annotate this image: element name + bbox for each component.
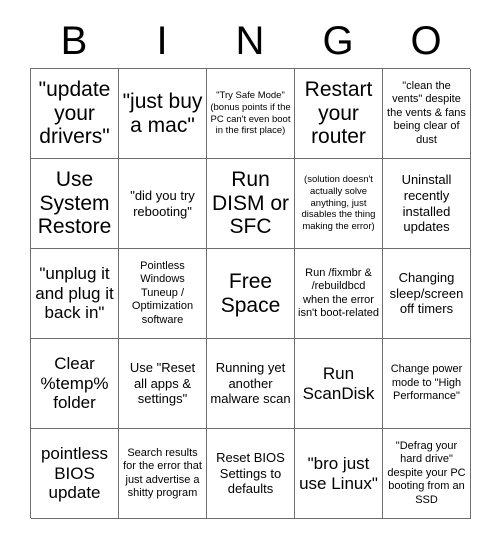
- bingo-cell[interactable]: Use "Reset all apps & settings": [119, 339, 207, 429]
- bingo-cell-text: Clear %temp% folder: [40, 354, 109, 413]
- bingo-letter-o: O: [410, 19, 442, 63]
- bingo-cell-text: (solution doesn't actually solve anythin…: [301, 174, 376, 233]
- bingo-card: B I N G O "update your drivers" "just bu…: [0, 0, 500, 544]
- bingo-cell[interactable]: "bro just use Linux": [295, 429, 383, 519]
- bingo-cell[interactable]: Restart your router: [295, 69, 383, 159]
- bingo-cell[interactable]: Clear %temp% folder: [31, 339, 119, 429]
- bingo-header: B I N G O: [30, 14, 470, 68]
- bingo-cell[interactable]: Search results for the error that just a…: [119, 429, 207, 519]
- bingo-cell[interactable]: "Defrag your hard drive" despite your PC…: [383, 429, 471, 519]
- bingo-cell[interactable]: Run DISM or SFC: [207, 159, 295, 249]
- bingo-cell-text: pointless BIOS update: [40, 444, 109, 503]
- bingo-cell[interactable]: Change power mode to "High Performance": [383, 339, 471, 429]
- bingo-cell-text: "just buy a mac": [122, 89, 203, 137]
- bingo-cell[interactable]: "Try Safe Mode" (bonus points if the PC …: [207, 69, 295, 159]
- bingo-cell-text: "Try Safe Mode" (bonus points if the PC …: [210, 89, 291, 137]
- bingo-cell[interactable]: "update your drivers": [31, 69, 119, 159]
- bingo-cell-free-space[interactable]: Free Space: [207, 249, 295, 339]
- bingo-cell-text: Use "Reset all apps & settings": [129, 360, 196, 407]
- bingo-letter-n: N: [235, 19, 265, 63]
- bingo-cell[interactable]: "just buy a mac": [119, 69, 207, 159]
- bingo-cell-text: Run DISM or SFC: [211, 168, 289, 239]
- bingo-cell-text: Run ScanDisk: [302, 364, 375, 403]
- bingo-letter-i: I: [156, 19, 168, 63]
- bingo-cell-text: Reset BIOS Settings to defaults: [216, 450, 285, 497]
- bingo-cell[interactable]: "clean the vents" despite the vents & fa…: [383, 69, 471, 159]
- bingo-cell[interactable]: Running yet another malware scan: [207, 339, 295, 429]
- bingo-grid: "update your drivers" "just buy a mac" "…: [30, 68, 471, 519]
- bingo-cell-text: Uninstall recently installed updates: [401, 172, 452, 235]
- bingo-cell[interactable]: pointless BIOS update: [31, 429, 119, 519]
- bingo-cell-text: "unplug it and plug it back in": [35, 264, 114, 323]
- bingo-cell-text: Restart your router: [304, 78, 373, 149]
- bingo-cell-text: Change power mode to "High Performance": [390, 363, 463, 403]
- bingo-cell-text: "update your drivers": [38, 78, 111, 149]
- bingo-cell[interactable]: Changing sleep/screen off timers: [383, 249, 471, 339]
- bingo-cell[interactable]: "did you try rebooting": [119, 159, 207, 249]
- bingo-cell-text: "bro just use Linux": [299, 454, 378, 493]
- bingo-cell-text: "did you try rebooting": [130, 187, 195, 219]
- bingo-cell-text: Use System Restore: [37, 168, 112, 239]
- bingo-cell[interactable]: Run ScanDisk: [295, 339, 383, 429]
- bingo-cell[interactable]: Reset BIOS Settings to defaults: [207, 429, 295, 519]
- bingo-cell-text: Free Space: [220, 269, 281, 317]
- bingo-cell-text: "clean the vents" despite the vents & fa…: [387, 79, 466, 146]
- bingo-letter-g: G: [322, 19, 354, 63]
- bingo-cell-text: Pointless Windows Tuneup / Optimization …: [131, 259, 194, 326]
- bingo-cell-text: Running yet another malware scan: [210, 360, 291, 407]
- bingo-cell[interactable]: Uninstall recently installed updates: [383, 159, 471, 249]
- bingo-cell[interactable]: Use System Restore: [31, 159, 119, 249]
- bingo-cell[interactable]: Run /fixmbr & /rebuildbcd when the error…: [295, 249, 383, 339]
- bingo-cell[interactable]: "unplug it and plug it back in": [31, 249, 119, 339]
- bingo-cell-text: "Defrag your hard drive" despite your PC…: [387, 439, 466, 506]
- bingo-cell-text: Run /fixmbr & /rebuildbcd when the error…: [298, 266, 379, 319]
- bingo-cell[interactable]: (solution doesn't actually solve anythin…: [295, 159, 383, 249]
- bingo-cell[interactable]: Pointless Windows Tuneup / Optimization …: [119, 249, 207, 339]
- bingo-cell-text: Search results for the error that just a…: [123, 446, 202, 499]
- bingo-cell-text: Changing sleep/screen off timers: [389, 270, 464, 317]
- bingo-letter-b: B: [60, 19, 88, 63]
